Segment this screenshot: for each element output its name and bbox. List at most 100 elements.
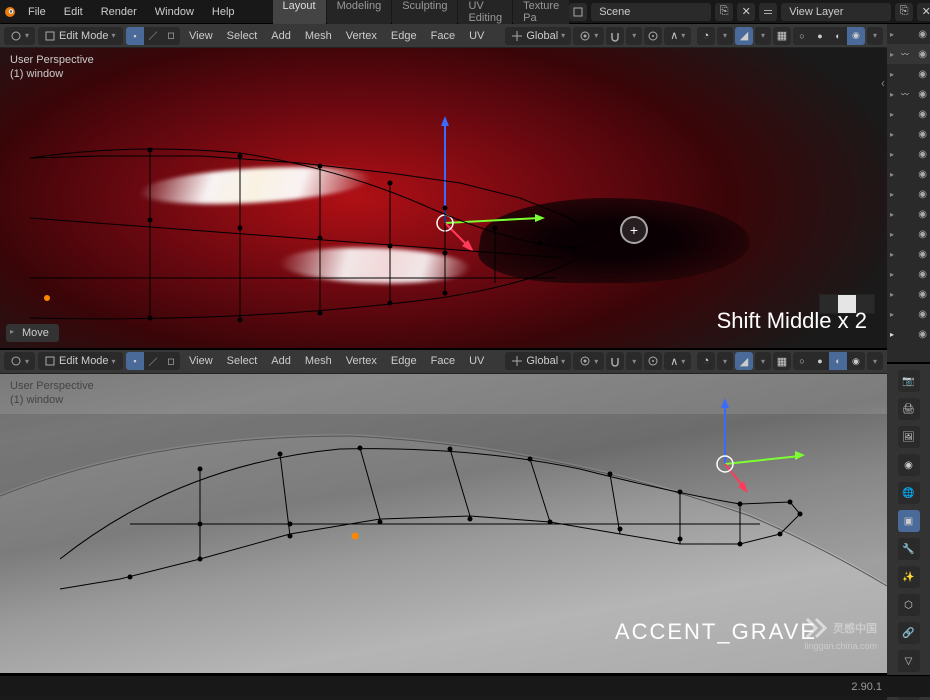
xray-toggle-icon[interactable]: ▦ bbox=[773, 27, 791, 45]
visibility-eye-icon[interactable]: ◉ bbox=[918, 249, 927, 260]
prop-scene-icon[interactable]: ◉ bbox=[898, 454, 920, 476]
proportional-type-dropdown[interactable]: ∧▾ bbox=[664, 27, 691, 45]
pivot-dropdown[interactable]: ▾ bbox=[573, 352, 604, 370]
menu-uv[interactable]: UV bbox=[463, 352, 490, 370]
visibility-eye-icon[interactable]: ◉ bbox=[918, 329, 927, 340]
gizmo-options-dropdown[interactable]: ▾ bbox=[717, 352, 733, 370]
prop-object-icon[interactable]: ▣ bbox=[898, 510, 920, 532]
menu-uv[interactable]: UV bbox=[463, 27, 490, 45]
visibility-eye-icon[interactable]: ◉ bbox=[918, 189, 927, 200]
proportional-type-dropdown[interactable]: ∧▾ bbox=[664, 352, 691, 370]
overlays-dropdown[interactable]: ▾ bbox=[755, 352, 771, 370]
menu-window[interactable]: Window bbox=[147, 3, 202, 21]
proportional-toggle-icon[interactable] bbox=[644, 352, 662, 370]
menu-vertex[interactable]: Vertex bbox=[340, 352, 383, 370]
tab-uvediting[interactable]: UV Editing bbox=[458, 0, 512, 27]
proportional-toggle-icon[interactable] bbox=[644, 27, 662, 45]
prop-output-icon[interactable]: 🖨 bbox=[898, 398, 920, 420]
menu-render[interactable]: Render bbox=[93, 3, 145, 21]
mode-dropdown[interactable]: Edit Mode▾ bbox=[38, 352, 123, 370]
shading-dropdown[interactable]: ▾ bbox=[867, 352, 883, 370]
menu-select[interactable]: Select bbox=[221, 27, 264, 45]
visibility-eye-icon[interactable]: ◉ bbox=[918, 149, 927, 160]
layer-browse-icon[interactable] bbox=[759, 3, 777, 21]
gizmo-visibility-icon[interactable]: ◔ bbox=[697, 352, 715, 370]
menu-vertex[interactable]: Vertex bbox=[340, 27, 383, 45]
shade-solid-icon[interactable]: ● bbox=[811, 352, 829, 370]
shade-matprev-icon[interactable]: ◐ bbox=[829, 27, 847, 45]
last-operator-panel[interactable]: Move bbox=[6, 324, 59, 342]
menu-help[interactable]: Help bbox=[204, 3, 243, 21]
gizmo-options-dropdown[interactable]: ▾ bbox=[717, 27, 733, 45]
visibility-eye-icon[interactable]: ◉ bbox=[918, 129, 927, 140]
snap-toggle-icon[interactable] bbox=[606, 27, 624, 45]
snap-type-dropdown[interactable]: ▾ bbox=[626, 27, 642, 45]
pivot-dropdown[interactable]: ▾ bbox=[573, 27, 604, 45]
prop-viewlayer-icon[interactable]: 🖼 bbox=[898, 426, 920, 448]
visibility-eye-icon[interactable]: ◉ bbox=[918, 109, 927, 120]
orientation-dropdown[interactable]: Global▾ bbox=[505, 27, 571, 45]
tab-texturepaint[interactable]: Texture Pa bbox=[513, 0, 569, 27]
overlays-dropdown[interactable]: ▾ bbox=[755, 27, 771, 45]
visibility-eye-icon[interactable]: ◉ bbox=[918, 209, 927, 220]
npanel-collapse-icon[interactable]: ‹ bbox=[881, 402, 885, 416]
menu-select[interactable]: Select bbox=[221, 352, 264, 370]
prop-physics-icon[interactable]: ⬡ bbox=[898, 594, 920, 616]
transform-gizmo[interactable] bbox=[680, 394, 810, 514]
snap-type-dropdown[interactable]: ▾ bbox=[626, 352, 642, 370]
menu-file[interactable]: File bbox=[20, 3, 54, 21]
select-face-icon[interactable]: ◻ bbox=[162, 352, 180, 370]
scene-browse-icon[interactable] bbox=[569, 3, 587, 21]
npanel-collapse-icon[interactable]: ‹ bbox=[881, 76, 885, 90]
menu-edge[interactable]: Edge bbox=[385, 352, 423, 370]
editor-type-dropdown[interactable]: ▾ bbox=[4, 27, 35, 45]
viewport-canvas-top[interactable]: ‹ User Perspective (1) window bbox=[0, 48, 887, 348]
prop-constraint-icon[interactable]: 🔗 bbox=[898, 622, 920, 644]
visibility-eye-icon[interactable]: ◉ bbox=[918, 89, 927, 100]
select-edge-icon[interactable]: ／ bbox=[144, 27, 162, 45]
gizmo-visibility-icon[interactable]: ◔ bbox=[697, 27, 715, 45]
shade-wire-icon[interactable]: ○ bbox=[793, 27, 811, 45]
visibility-eye-icon[interactable]: ◉ bbox=[918, 29, 927, 40]
menu-edge[interactable]: Edge bbox=[385, 27, 423, 45]
visibility-eye-icon[interactable]: ◉ bbox=[918, 49, 927, 60]
layer-new-icon[interactable]: ⎘ bbox=[895, 3, 913, 21]
prop-world-icon[interactable]: 🌐 bbox=[898, 482, 920, 504]
shade-solid-icon[interactable]: ● bbox=[811, 27, 829, 45]
prop-render-icon[interactable]: 📷 bbox=[898, 370, 920, 392]
menu-view[interactable]: View bbox=[183, 352, 219, 370]
outliner-panel[interactable]: ▸◉ ▸〰◉ ▸◉ ▸〰◉ ▸◉ ▸◉ ▸◉ ▸◉ ▸◉ ▸◉ ▸◉ ▸◉ ▸◉… bbox=[887, 24, 930, 364]
scene-delete-icon[interactable]: ✕ bbox=[737, 3, 755, 21]
shading-dropdown[interactable]: ▾ bbox=[867, 27, 883, 45]
menu-add[interactable]: Add bbox=[265, 27, 297, 45]
blender-logo-icon[interactable] bbox=[4, 2, 16, 22]
prop-mesh-icon[interactable]: ▽ bbox=[898, 650, 920, 672]
visibility-eye-icon[interactable]: ◉ bbox=[918, 69, 927, 80]
menu-view[interactable]: View bbox=[183, 27, 219, 45]
visibility-eye-icon[interactable]: ◉ bbox=[918, 229, 927, 240]
layer-delete-icon[interactable]: ✕ bbox=[917, 3, 930, 21]
select-vertex-icon[interactable]: ▪ bbox=[126, 27, 144, 45]
mode-dropdown[interactable]: Edit Mode▾ bbox=[38, 27, 123, 45]
viewport-canvas-bottom[interactable]: ‹ User Perspective (1) window bbox=[0, 374, 887, 674]
select-edge-icon[interactable]: ／ bbox=[144, 352, 162, 370]
overlays-toggle-icon[interactable]: ◢ bbox=[735, 352, 753, 370]
select-face-icon[interactable]: ◻ bbox=[162, 27, 180, 45]
shade-rendered-icon[interactable]: ◉ bbox=[847, 27, 865, 45]
visibility-eye-icon[interactable]: ◉ bbox=[918, 309, 927, 320]
snap-toggle-icon[interactable] bbox=[606, 352, 624, 370]
visibility-eye-icon[interactable]: ◉ bbox=[918, 269, 927, 280]
editor-type-dropdown[interactable]: ▾ bbox=[4, 352, 35, 370]
menu-mesh[interactable]: Mesh bbox=[299, 27, 338, 45]
visibility-eye-icon[interactable]: ◉ bbox=[918, 289, 927, 300]
viewlayer-name-field[interactable]: View Layer bbox=[781, 3, 891, 21]
shade-matprev-icon[interactable]: ◐ bbox=[829, 352, 847, 370]
menu-face[interactable]: Face bbox=[425, 352, 461, 370]
scene-name-field[interactable]: Scene bbox=[591, 3, 711, 21]
tab-modeling[interactable]: Modeling bbox=[327, 0, 392, 27]
xray-toggle-icon[interactable]: ▦ bbox=[773, 352, 791, 370]
menu-mesh[interactable]: Mesh bbox=[299, 352, 338, 370]
overlays-toggle-icon[interactable]: ◢ bbox=[735, 27, 753, 45]
shade-rendered-icon[interactable]: ◉ bbox=[847, 352, 865, 370]
visibility-eye-icon[interactable]: ◉ bbox=[918, 169, 927, 180]
